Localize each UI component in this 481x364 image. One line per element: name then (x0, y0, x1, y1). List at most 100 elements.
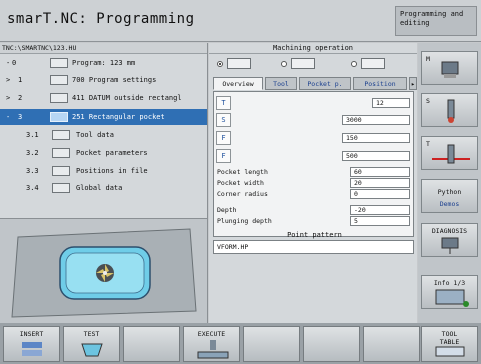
softkey-t[interactable]: T (421, 136, 478, 170)
execute-icon (197, 340, 229, 359)
softkey-blank-4[interactable] (363, 326, 420, 362)
overview-form: T 12 S 3000 F 150 F 500 Pocket length 60… (213, 91, 414, 239)
pocket-icon (50, 112, 68, 122)
field-row-corner-radius: Corner radius 0 (214, 188, 413, 200)
radio-icon[interactable] (351, 61, 357, 67)
tree-item-number: 3.1 (26, 131, 39, 139)
radio-icon[interactable] (281, 61, 287, 67)
softkey-demos-label: Demos (439, 200, 460, 208)
tab-scroll-arrow-icon[interactable]: ▸ (409, 77, 417, 90)
pocket-width-input[interactable]: 20 (350, 178, 410, 188)
pocket-width-label: Pocket width (217, 179, 264, 187)
tree-item-label: Program: 123 mm (72, 59, 136, 67)
softkey-info-label: Info 1/3 (433, 279, 466, 287)
softkey-insert-label: INSERT (19, 330, 44, 338)
milling-feed-icon: F (216, 149, 231, 163)
tree-item-number: 0 (12, 59, 17, 67)
plunge-feed-input[interactable]: 150 (342, 133, 410, 143)
depth-label: Depth (217, 206, 237, 214)
roughing-icon (227, 58, 251, 69)
softkey-blank-3[interactable] (303, 326, 360, 362)
tree-item-rectangular-pocket[interactable]: - 3 251 Rectangular pocket (0, 109, 207, 125)
depth-input[interactable]: -20 (350, 205, 410, 215)
positions-icon (52, 166, 70, 176)
plunging-depth-label: Plunging depth (217, 217, 272, 225)
field-row-spindle: S 3000 (214, 113, 413, 127)
tree-item-number: 3.2 (26, 149, 39, 157)
operation-option-side-finish[interactable] (351, 58, 396, 70)
program-path: TNC:\SMARTNC\123.HU (0, 43, 207, 54)
tree-item-label: 411 DATUM outside rectangl (72, 94, 182, 102)
softkey-insert[interactable]: INSERT (3, 326, 60, 362)
softkey-test[interactable]: TEST (63, 326, 120, 362)
field-row-feed-plunge: F 150 (214, 131, 413, 145)
softkey-test-label: TEST (83, 330, 100, 338)
tool-number-input[interactable]: 12 (372, 98, 410, 108)
pocket-length-label: Pocket length (217, 168, 268, 176)
softkey-s-label: S (426, 97, 430, 105)
softkey-m-label: M (426, 55, 430, 63)
tree-item-number: 3.3 (26, 167, 39, 175)
vertical-softkey-bar: M S T Python Demos DIAGNOSIS Info 1/3 (418, 43, 481, 323)
spindle-speed-input[interactable]: 3000 (342, 115, 410, 125)
corner-radius-input[interactable]: 0 (350, 189, 410, 199)
tree-item-number: 3 (18, 113, 23, 121)
point-pattern-input[interactable]: VFORM.HP (213, 240, 414, 254)
tree-item-number: 3.4 (26, 184, 39, 192)
softkey-blank-1[interactable] (123, 326, 180, 362)
tree-item-program-settings[interactable]: > 1 700 Program settings (0, 72, 207, 88)
tree-collapse-icon: - (6, 113, 11, 121)
tab-pocket-parameters[interactable]: Pocket p. (299, 77, 351, 90)
tree-item-pocket-parameters[interactable]: 3.2 Pocket parameters (0, 145, 207, 161)
softkey-diagnosis[interactable]: DIAGNOSIS (421, 223, 478, 257)
tab-position[interactable]: Position (353, 77, 407, 90)
softkey-tool-label: TOOL (441, 330, 458, 338)
pocket-params-icon (52, 148, 70, 158)
radio-selected-icon[interactable] (217, 61, 223, 67)
mode-indicator: Programming and editing (395, 6, 477, 36)
softkey-python-demos[interactable]: Python Demos (421, 179, 478, 213)
tree-item-number: 1 (18, 76, 23, 84)
tree-item-program[interactable]: - 0 Program: 123 mm (0, 55, 207, 71)
operation-option-floor-finish[interactable] (281, 58, 326, 70)
milling-feed-input[interactable]: 500 (342, 151, 410, 161)
plunging-depth-input[interactable]: 5 (350, 216, 410, 226)
softkey-t-label: T (426, 140, 430, 148)
tab-overview[interactable]: Overview (213, 77, 263, 90)
spindle-speed-icon: S (216, 113, 231, 127)
tool-call-icon: T (216, 96, 231, 110)
tree-item-positions[interactable]: 3.3 Positions in file (0, 163, 207, 179)
softkey-execute-label: EXECUTE (197, 330, 226, 338)
tree-collapse-icon: - (6, 59, 11, 67)
pocket-length-input[interactable]: 60 (350, 167, 410, 177)
tree-item-datum[interactable]: > 2 411 DATUM outside rectangl (0, 90, 207, 106)
tree-item-number: 2 (18, 94, 23, 102)
softkey-m[interactable]: M (421, 51, 478, 85)
tree-item-label: Tool data (76, 131, 114, 139)
global-icon (52, 183, 70, 193)
form-tabs: Overview Tool Pocket p. Position ▸ (213, 76, 417, 91)
pocket-preview (0, 218, 207, 323)
point-pattern-title: Point pattern (287, 231, 342, 239)
test-icon (81, 343, 103, 357)
softkey-blank-2[interactable] (243, 326, 300, 362)
program-icon (50, 58, 68, 68)
corner-radius-label: Corner radius (217, 190, 268, 198)
tree-item-global-data[interactable]: 3.4 Global data (0, 180, 207, 196)
softkey-s[interactable]: S (421, 93, 478, 127)
tree-item-tool-data[interactable]: 3.1 Tool data (0, 127, 207, 143)
horizontal-softkey-bar: INSERT TEST EXECUTE TOOL TABLE (0, 323, 481, 364)
tool-table-icon (435, 346, 465, 357)
insert-icon (22, 342, 42, 356)
plunge-feed-icon: F (216, 131, 231, 145)
softkey-tool-table[interactable]: TOOL TABLE (421, 326, 478, 362)
tree-expand-icon: > (6, 76, 11, 84)
tree-item-label: Pocket parameters (76, 149, 148, 157)
softkey-info[interactable]: Info 1/3 (421, 275, 478, 309)
operation-option-roughing[interactable] (217, 58, 262, 70)
softkey-execute[interactable]: EXECUTE (183, 326, 240, 362)
softkey-table-label: TABLE (439, 338, 460, 346)
app-title: smarT.NC: Programming (7, 11, 195, 27)
tree-expand-icon: > (6, 94, 11, 102)
tab-tool[interactable]: Tool (265, 77, 297, 90)
